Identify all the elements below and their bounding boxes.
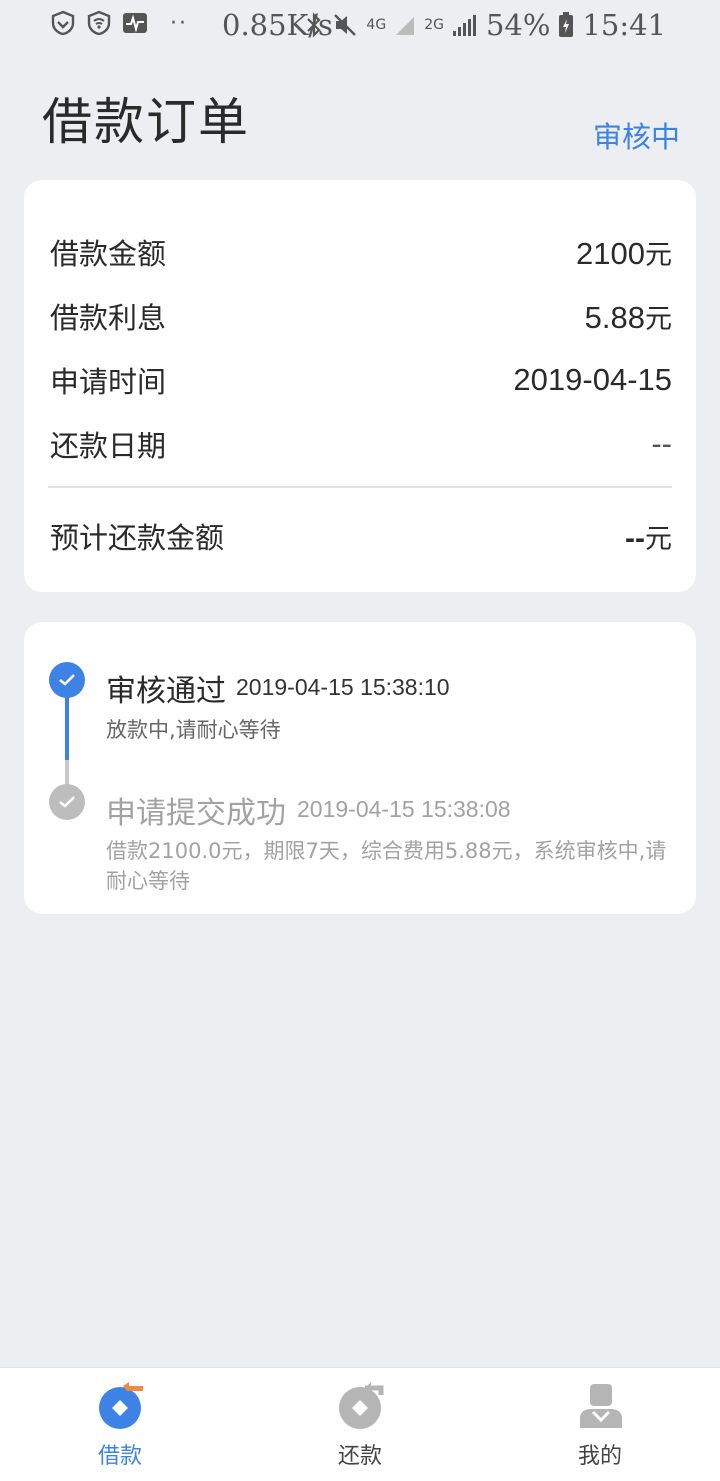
loan-interest-value: 5.88元 bbox=[584, 299, 672, 335]
status-bar: ·· 0.85K/s 4G 2G 54% 15:41 bbox=[0, 0, 720, 52]
check-icon bbox=[49, 662, 85, 698]
nav-label-profile: 我的 bbox=[577, 1444, 622, 1469]
battery-icon bbox=[559, 12, 574, 37]
check-icon bbox=[49, 784, 85, 820]
timeline-item-time: 2019-04-15 15:38:08 bbox=[297, 796, 511, 822]
loan-interest-label: 借款利息 bbox=[50, 301, 167, 335]
clock: 15:41 bbox=[582, 8, 666, 42]
network-4g-label: 4G bbox=[366, 17, 387, 33]
nav-label-repay: 还款 bbox=[337, 1444, 382, 1469]
nav-tab-repay[interactable]: 还款 bbox=[300, 1368, 420, 1481]
divider bbox=[48, 486, 672, 488]
nav-tab-borrow[interactable]: 借款 bbox=[60, 1368, 180, 1481]
expected-repay-value: --元 bbox=[625, 521, 672, 555]
borrow-icon bbox=[99, 1382, 143, 1429]
loan-amount-row: 借款金额 2100元 bbox=[50, 230, 672, 274]
timeline-item-desc: 放款中,请耐心等待 bbox=[106, 718, 281, 742]
signal-icon bbox=[396, 17, 415, 35]
wifi-icon bbox=[87, 10, 111, 36]
more-dots-icon: ·· bbox=[170, 10, 188, 36]
order-status-badge: 审核中 bbox=[592, 120, 680, 154]
signal-bars-icon bbox=[452, 15, 476, 36]
repay-date-label: 还款日期 bbox=[50, 429, 167, 463]
repay-icon bbox=[339, 1382, 384, 1429]
expected-repay-label: 预计还款金额 bbox=[50, 521, 225, 555]
nav-label-borrow: 借款 bbox=[97, 1444, 142, 1469]
mute-icon bbox=[334, 14, 357, 36]
loan-info-card: 借款金额 2100元 借款利息 5.88元 申请时间 2019-04-15 还款… bbox=[24, 180, 696, 592]
expected-repay-row: 预计还款金额 --元 bbox=[50, 514, 672, 558]
network-2g-label: 2G bbox=[424, 17, 444, 33]
status-icons-right: 4G 2G 54% 15:41 bbox=[304, 8, 666, 42]
loan-interest-row: 借款利息 5.88元 bbox=[50, 294, 672, 338]
timeline-item-title: 审核通过 bbox=[106, 674, 226, 709]
shield-icon bbox=[51, 10, 75, 36]
loan-amount-value: 2100元 bbox=[576, 235, 672, 271]
repay-date-value: -- bbox=[651, 426, 672, 461]
battery-percent: 54% bbox=[485, 8, 551, 42]
page-title: 借款订单 bbox=[42, 93, 250, 151]
bluetooth-icon bbox=[307, 12, 321, 38]
loan-amount-label: 借款金额 bbox=[50, 237, 167, 271]
nav-tab-profile[interactable]: 我的 bbox=[540, 1368, 660, 1481]
apply-time-row: 申请时间 2019-04-15 bbox=[50, 358, 672, 402]
apply-time-value: 2019-04-15 bbox=[513, 362, 672, 397]
profile-icon bbox=[580, 1384, 622, 1428]
status-icons-left: ·· bbox=[50, 10, 188, 36]
timeline-item-desc: 借款2100.0元，期限7天，综合费用5.88元，系统审核中,请耐心等待 bbox=[106, 839, 667, 893]
repay-date-row: 还款日期 -- bbox=[50, 422, 672, 466]
progress-timeline-card: 审核通过 2019-04-15 15:38:10 放款中,请耐心等待 申请提交成… bbox=[24, 622, 696, 914]
apply-time-label: 申请时间 bbox=[50, 365, 167, 399]
bottom-nav: 借款 还款 我的 bbox=[0, 1367, 720, 1481]
timeline-line-active bbox=[65, 694, 69, 760]
timeline-item-title: 申请提交成功 bbox=[106, 796, 286, 831]
timeline-item-time: 2019-04-15 15:38:10 bbox=[236, 674, 450, 700]
activity-icon bbox=[123, 13, 147, 33]
